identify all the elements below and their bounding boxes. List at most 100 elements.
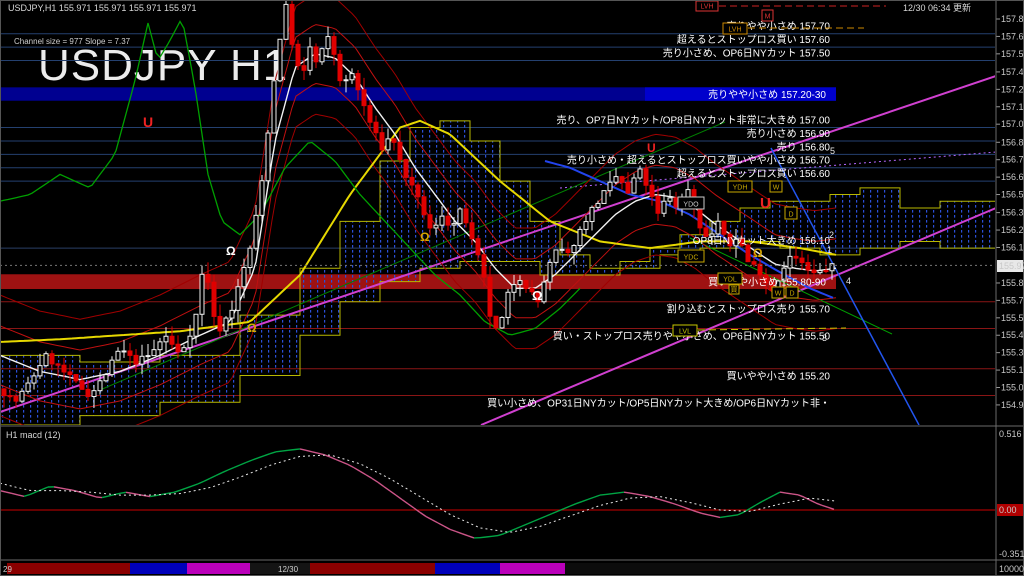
macd-line-segment bbox=[624, 492, 630, 493]
current-price-tag: 155.971 bbox=[999, 261, 1024, 271]
macd-line-segment bbox=[282, 450, 288, 451]
marker-box-label: LVH bbox=[700, 4, 713, 11]
level-annotation: 割り込むとストップロス売り 155.70 bbox=[667, 303, 831, 316]
macd-line-segment bbox=[732, 515, 738, 516]
strip-date-left: 29 bbox=[3, 565, 12, 574]
session-segment bbox=[500, 563, 565, 574]
price-axis-label: 156.365 bbox=[1001, 208, 1024, 218]
macd-line-segment bbox=[96, 497, 102, 498]
marker-box-label: YDO bbox=[683, 202, 699, 209]
macd-line-segment bbox=[612, 493, 618, 494]
macd-axis-bottom: -0.351 bbox=[999, 549, 1024, 559]
session-segment bbox=[310, 563, 435, 574]
price-axis-label: 157.550 bbox=[1001, 49, 1024, 59]
price-axis-label: 157.810 bbox=[1001, 14, 1024, 24]
macd-axis-top: 0.516 bbox=[999, 429, 1022, 439]
macd-line-segment bbox=[720, 517, 726, 518]
marker-box-label: D bbox=[789, 291, 794, 298]
marker-box-label: YDH bbox=[733, 185, 748, 192]
level-annotation: 売り小さめ、OP6日NYカット 157.50 bbox=[663, 47, 831, 60]
level-annotation: 売り、OP7日NYカット/OP8日NYカット非常に大きめ 157.00 bbox=[556, 114, 830, 127]
price-axis-label: 155.710 bbox=[1001, 295, 1024, 305]
marker-box-label: 買 bbox=[731, 286, 738, 294]
trade-marker-glyph: Ω bbox=[226, 244, 236, 258]
price-axis-label: 155.190 bbox=[1001, 365, 1024, 375]
trade-marker-glyph: U bbox=[647, 141, 656, 155]
macd-line-segment bbox=[486, 536, 492, 537]
session-segment bbox=[130, 563, 187, 574]
trade-marker-glyph: Ω bbox=[247, 321, 257, 335]
price-axis-label: 156.105 bbox=[1001, 242, 1024, 252]
channel-line-number: 2 bbox=[829, 230, 834, 240]
macd-line-segment bbox=[600, 494, 606, 495]
macd-line-segment bbox=[480, 537, 486, 538]
price-axis-label: 155.320 bbox=[1001, 348, 1024, 358]
strip-date-mid: 12/30 bbox=[278, 565, 299, 574]
price-axis-label: 155.060 bbox=[1001, 383, 1024, 393]
trade-marker-glyph: Ω bbox=[420, 230, 430, 244]
session-segment bbox=[187, 563, 250, 574]
price-axis-label: 157.285 bbox=[1001, 84, 1024, 94]
macd-line-segment bbox=[276, 451, 282, 452]
band-label: 売りやや小さめ 157.20-30 bbox=[708, 88, 826, 101]
session-segment bbox=[565, 563, 996, 574]
marker-box-label: M bbox=[765, 14, 771, 21]
session-segment bbox=[7, 563, 130, 574]
macd-line-segment bbox=[618, 492, 624, 493]
macd-line-segment bbox=[606, 494, 612, 495]
marker-box-label: W bbox=[773, 185, 780, 192]
macd-line-segment bbox=[294, 449, 300, 450]
trade-marker-glyph: Ω bbox=[532, 288, 542, 303]
macd-line-segment bbox=[288, 450, 294, 451]
channel-info-label: Channel size = 977 Slope = 7.37 bbox=[14, 37, 131, 46]
macd-current-tag: 0.00 bbox=[999, 505, 1017, 515]
macd-axis-extra: 100000 bbox=[999, 564, 1024, 574]
price-axis: 157.810 157.680 157.550 157.415 157.285 157.1… bbox=[996, 14, 1024, 410]
price-axis-label: 157.025 bbox=[1001, 119, 1024, 129]
level-annotation: 売り小さめ 156.90 bbox=[747, 127, 831, 140]
marker-box-label: D bbox=[788, 212, 793, 219]
marker-box-label: LVL bbox=[679, 329, 691, 336]
price-axis-label: 157.155 bbox=[1001, 102, 1024, 112]
macd-line-segment bbox=[780, 492, 786, 493]
mt4-chart-window: USDJPY H1 売りやや小さめ 157.20-30買いやや小さめ 155.8… bbox=[0, 0, 1024, 576]
price-axis-label: 155.840 bbox=[1001, 278, 1024, 288]
trade-marker-glyph: Ω bbox=[753, 246, 763, 260]
price-axis-label: 155.450 bbox=[1001, 330, 1024, 340]
level-annotation: 売り 156.80 bbox=[777, 140, 831, 153]
price-axis-label: 156.235 bbox=[1001, 225, 1024, 235]
price-axis-label: 155.580 bbox=[1001, 313, 1024, 323]
level-annotation: 売り小さめ・超えるとストップロス買いやや小さめ 156.70 bbox=[567, 154, 831, 167]
marker-box-label: YDL bbox=[723, 277, 737, 284]
marker-box-label: W bbox=[775, 291, 782, 298]
macd-line-segment bbox=[492, 536, 498, 537]
trade-marker-glyph: U bbox=[760, 195, 771, 212]
macd-line-segment bbox=[786, 493, 792, 494]
session-strip bbox=[0, 563, 996, 574]
level-annotation: 買いやや小さめ 155.20 bbox=[727, 371, 831, 383]
session-segment bbox=[435, 563, 500, 574]
price-axis-label: 156.500 bbox=[1001, 190, 1024, 200]
price-axis-label: 154.930 bbox=[1001, 400, 1024, 410]
last-update-timestamp: 12/30 06:34 更新 bbox=[903, 2, 971, 13]
price-axis-label: 157.415 bbox=[1001, 67, 1024, 77]
marker-box-label: YDC bbox=[684, 255, 699, 262]
macd-line-segment bbox=[792, 494, 798, 495]
level-annotation: 超えるとストップロス買い 157.60 bbox=[677, 33, 831, 46]
trade-marker-glyph: U bbox=[143, 114, 153, 130]
price-axis-label: 156.890 bbox=[1001, 137, 1024, 147]
watermark-symbol: USDJPY H1 bbox=[38, 41, 288, 90]
channel-line-number: 1 bbox=[827, 245, 832, 255]
price-axis-label: 156.760 bbox=[1001, 155, 1024, 165]
channel-line-number: 4 bbox=[846, 276, 851, 286]
macd-line-segment bbox=[120, 492, 126, 493]
level-annotation: 買い小さめ、OP31日NYカット/OP5日NYカット大きめ/OP6日NYカット非… bbox=[487, 397, 830, 410]
macd-line-segment bbox=[726, 516, 732, 517]
macd-indicator-label: H1 macd (12) bbox=[6, 430, 61, 440]
channel-line-number: 5 bbox=[830, 146, 835, 156]
price-axis-label: 157.680 bbox=[1001, 31, 1024, 41]
chart-canvas[interactable]: USDJPY H1 売りやや小さめ 157.20-30買いやや小さめ 155.8… bbox=[0, 0, 1024, 576]
price-axis-label: 156.630 bbox=[1001, 172, 1024, 182]
symbol-ohlc-readout: USDJPY,H1 155.971 155.971 155.971 155.97… bbox=[8, 3, 197, 13]
marker-box-label: LVH bbox=[728, 27, 741, 34]
